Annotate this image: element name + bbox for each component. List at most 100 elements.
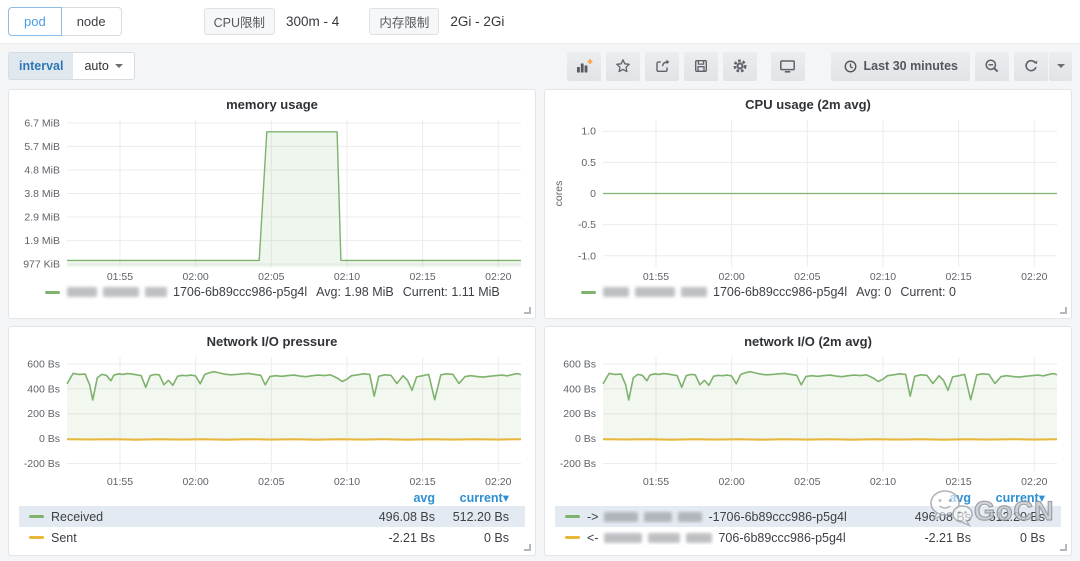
x-tick-label: 01:55 (107, 476, 133, 488)
save-icon (693, 58, 709, 74)
y-tick-label: 0 Bs (39, 433, 60, 445)
legend-header-row: avg current▾ (555, 489, 1061, 506)
x-tick-label: 01:55 (643, 476, 669, 488)
pod-node-tab-group: pod node (8, 7, 122, 36)
legend-row-received[interactable]: Received 496.08 Bs 512.20 Bs (19, 506, 525, 527)
tab-pod[interactable]: pod (8, 7, 62, 36)
panel-memory-usage: memory usage 01:55 02:00 02:05 02:10 02:15 02… (8, 89, 536, 319)
zoom-out-icon (984, 58, 1000, 74)
redacted-text (686, 532, 713, 543)
panel-title[interactable]: CPU usage (2m avg) (545, 90, 1071, 114)
refresh-button[interactable] (1014, 51, 1048, 81)
panel-title[interactable]: Network I/O pressure (9, 327, 535, 351)
avg-value: -2.21 Bs (924, 530, 971, 545)
memory-usage-chart[interactable]: 01:55 02:00 02:05 02:10 02:15 02:20 977 KiB 1.9… (15, 114, 529, 284)
caret-down-icon (114, 64, 123, 68)
refresh-interval-dropdown[interactable] (1049, 51, 1072, 81)
interval-value-dropdown[interactable]: auto (73, 53, 133, 79)
tab-node[interactable]: node (60, 7, 122, 36)
series-label[interactable]: Received (51, 510, 103, 524)
x-tick-label: 01:55 (643, 271, 669, 283)
legend-row-sent[interactable]: <- 706-6b89ccc986-p5g4l -2.21 Bs 0 Bs (555, 527, 1061, 548)
series-label[interactable]: 1706-6b89ccc986-p5g4l (173, 285, 307, 299)
y-tick-label: 400 Bs (27, 383, 60, 395)
tv-mode-button[interactable] (770, 51, 805, 81)
legend-header-current[interactable]: current▾ (435, 490, 525, 505)
legend-row-received[interactable]: -> -1706-6b89ccc986-p5g4l 496.08 Bs 512.… (555, 506, 1061, 527)
sort-caret-icon: ▾ (1038, 491, 1045, 505)
x-tick-label: 02:05 (258, 271, 284, 283)
series-fill (603, 371, 1057, 439)
dashboard-panel-grid: memory usage 01:55 02:00 02:05 02:10 02:15 02… (0, 83, 1080, 561)
top-bar: pod node CPU限制 300m - 4 内存限制 2Gi - 2Gi (0, 0, 1080, 44)
y-tick-label: 0.5 (581, 157, 596, 169)
y-tick-label: -0.5 (578, 219, 596, 231)
series-color-dash (29, 515, 44, 518)
y-tick-label: 0 (590, 188, 596, 200)
legend-row[interactable]: 1706-6b89ccc986-p5g4l Avg: 0 Current: 0 (545, 285, 1071, 299)
clock-icon (843, 59, 858, 74)
save-button[interactable] (683, 51, 718, 81)
series-color-dash (581, 290, 596, 294)
x-tick-label: 02:05 (794, 271, 820, 283)
panel-resize-handle[interactable] (1060, 307, 1067, 314)
redacted-text (145, 287, 167, 297)
chart-canvas[interactable]: 01:55 02:00 02:05 02:10 02:15 02:20 -1.0 -0.5 0 0… (551, 114, 1065, 284)
panel-resize-handle[interactable] (524, 544, 531, 551)
legend-row[interactable]: 1706-6b89ccc986-p5g4l Avg: 1.98 MiB Curr… (9, 285, 535, 299)
panel-title[interactable]: network I/O (2m avg) (545, 327, 1071, 351)
tv-mode-icon (779, 58, 796, 74)
legend-header-avg[interactable]: avg (325, 491, 435, 505)
series-fill (67, 371, 521, 439)
x-tick-label: 02:15 (945, 271, 971, 283)
series-color-dash (29, 536, 44, 539)
y-tick-label: 3.8 MiB (24, 188, 60, 200)
resource-limits: CPU限制 300m - 4 内存限制 2Gi - 2Gi (203, 8, 535, 35)
x-tick-label: 02:00 (182, 271, 208, 283)
settings-button[interactable] (722, 51, 757, 81)
avg-value: 496.08 Bs (914, 509, 971, 524)
direction-arrow: -> (587, 509, 599, 524)
add-panel-button[interactable] (566, 51, 601, 81)
zoom-out-button[interactable] (975, 51, 1009, 81)
current-value: 0 Bs (1019, 530, 1045, 545)
legend-row-sent[interactable]: Sent -2.21 Bs 0 Bs (19, 527, 525, 548)
y-tick-label: 6.7 MiB (24, 117, 60, 129)
panel-network-io-2m-avg: network I/O (2m avg) 01:55 02:00 02:05 02:1… (544, 326, 1072, 556)
y-tick-label: 600 Bs (27, 358, 60, 370)
series-line (602, 438, 1058, 441)
time-range-label: Last 30 minutes (863, 59, 958, 73)
series-label[interactable]: Sent (51, 531, 77, 545)
y-tick-label: -1.0 (578, 250, 596, 262)
time-range-picker[interactable]: Last 30 minutes (830, 51, 970, 81)
redacted-text (67, 287, 97, 297)
panel-title[interactable]: memory usage (9, 90, 535, 114)
chart-canvas[interactable]: 01:55 02:00 02:05 02:10 02:15 02:20 977 KiB 1.9… (15, 114, 529, 284)
legend-header-avg[interactable]: avg (861, 491, 971, 505)
chart-canvas[interactable]: 01:55 02:00 02:05 02:10 02:15 02:20 -200 Bs 0 B… (551, 351, 1065, 489)
series-label[interactable]: -1706-6b89ccc986-p5g4l (708, 510, 846, 524)
panel-resize-handle[interactable] (1060, 544, 1067, 551)
legend-header-current[interactable]: current▾ (971, 490, 1061, 505)
redacted-text (635, 287, 675, 297)
y-tick-label: 400 Bs (563, 383, 596, 395)
current-value: 512.20 Bs (452, 509, 509, 524)
panel-resize-handle[interactable] (524, 307, 531, 314)
series-label[interactable]: 1706-6b89ccc986-p5g4l (713, 285, 847, 299)
interval-variable-select[interactable]: interval auto (8, 52, 135, 80)
series-label[interactable]: 706-6b89ccc986-p5g4l (718, 531, 845, 545)
network-io-pressure-chart[interactable]: 01:55 02:00 02:05 02:10 02:15 02:20 -200 Bs 0 B… (15, 351, 529, 489)
series-current: Current: 1.11 MiB (402, 285, 500, 299)
x-tick-label: 02:20 (1021, 271, 1047, 283)
series-color-dash (565, 515, 580, 518)
cpu-usage-chart[interactable]: 01:55 02:00 02:05 02:10 02:15 02:20 -1.0 -0.5 0 0… (551, 114, 1065, 284)
caret-down-icon (1056, 64, 1065, 68)
x-tick-label: 02:10 (870, 271, 896, 283)
network-io-2m-chart[interactable]: 01:55 02:00 02:05 02:10 02:15 02:20 -200 Bs 0 B… (551, 351, 1065, 489)
chart-canvas[interactable]: 01:55 02:00 02:05 02:10 02:15 02:20 -200 Bs 0 B… (15, 351, 529, 489)
interval-label: interval (9, 53, 74, 79)
star-button[interactable] (605, 51, 640, 81)
cpu-limit-value: 300m - 4 (286, 14, 340, 29)
legend-table: avg current▾ Received 496.08 Bs 512.20 B… (19, 489, 525, 548)
share-button[interactable] (644, 51, 679, 81)
